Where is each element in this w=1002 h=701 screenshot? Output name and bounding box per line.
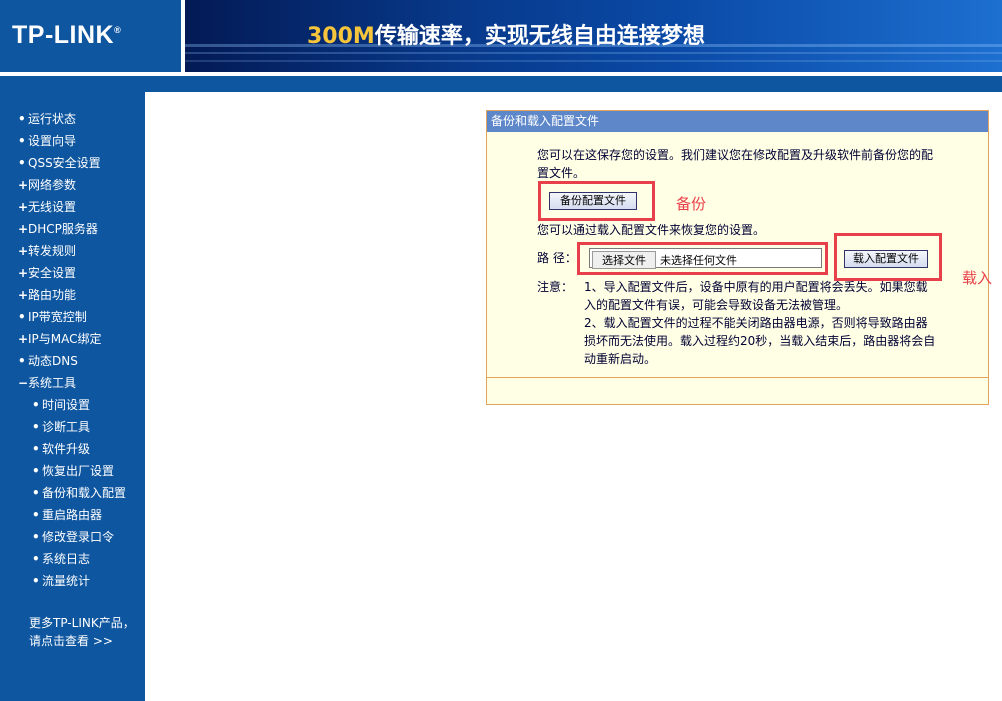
header-bottom-bar xyxy=(0,76,1002,92)
bullet-icon: • xyxy=(32,508,40,522)
sidebar-subitem-syslog[interactable]: • 系统日志 xyxy=(0,548,145,570)
sidebar-item-routing[interactable]: +路由功能 xyxy=(0,284,145,306)
backup-annotation-label: 备份 xyxy=(676,195,707,213)
sidebar-item-forwarding[interactable]: +转发规则 xyxy=(0,240,145,262)
backup-description: 您可以在这保存您的设置。我们建议您在修改配置及升级软件前备份您的配置文件。 xyxy=(537,148,934,180)
content-corner xyxy=(145,92,205,132)
sidebar-subitem-time[interactable]: • 时间设置 xyxy=(0,394,145,416)
note-label: 注意： xyxy=(537,280,574,294)
sidebar-item-setup-wizard[interactable]: • 设置向导 xyxy=(0,130,145,152)
sidebar-item-label: 软件升级 xyxy=(42,442,91,456)
collapse-minus-icon: − xyxy=(18,376,29,390)
expand-plus-icon: + xyxy=(18,244,29,258)
expand-plus-icon: + xyxy=(18,266,29,280)
banner-slogan: 300M传输速率，实现无线自由连接梦想 xyxy=(307,18,705,50)
sidebar-item-security[interactable]: +安全设置 xyxy=(0,262,145,284)
sidebar-item-label: 网络参数 xyxy=(28,178,77,192)
sidebar-subitem-factory-reset[interactable]: • 恢复出厂设置 xyxy=(0,460,145,482)
sidebar-subitem-traffic[interactable]: • 流量统计 xyxy=(0,570,145,592)
sidebar-item-label: 重启路由器 xyxy=(42,508,103,522)
sidebar-item-label: 设置向导 xyxy=(28,134,77,148)
more-products-line2: 请点击查看 >> xyxy=(29,634,113,648)
sidebar-item-label: IP与MAC绑定 xyxy=(28,332,102,346)
sidebar-subitem-reboot[interactable]: • 重启路由器 xyxy=(0,504,145,526)
expand-plus-icon: + xyxy=(18,178,29,192)
bullet-icon: • xyxy=(32,420,40,434)
load-annotation-label: 载入 xyxy=(962,269,993,287)
bullet-icon: • xyxy=(32,464,40,478)
sidebar-item-label: 系统工具 xyxy=(28,376,77,390)
sidebar-item-network[interactable]: +网络参数 xyxy=(0,174,145,196)
more-products-link[interactable]: 更多TP-LINK产品， 请点击查看 >> xyxy=(29,614,135,650)
sidebar-item-label: 路由功能 xyxy=(28,288,77,302)
sidebar-item-label: 恢复出厂设置 xyxy=(42,464,115,478)
sidebar-item-wireless[interactable]: +无线设置 xyxy=(0,196,145,218)
bullet-icon: • xyxy=(32,530,40,544)
more-products-line1: 更多TP-LINK产品， xyxy=(29,616,135,630)
sidebar-item-label: 修改登录口令 xyxy=(42,530,115,544)
slogan-text: 传输速率，实现无线自由连接梦想 xyxy=(374,24,705,49)
load-highlight-box xyxy=(834,233,942,281)
bullet-icon: • xyxy=(18,156,26,170)
sidebar-item-system-tools[interactable]: −系统工具 xyxy=(0,372,145,394)
sidebar-item-label: 无线设置 xyxy=(28,200,77,214)
logo-area: TP-LINK® xyxy=(0,0,181,72)
sidebar-item-label: DHCP服务器 xyxy=(28,222,98,236)
bullet-icon: • xyxy=(18,310,26,324)
sidebar-subitem-diagnostics[interactable]: • 诊断工具 xyxy=(0,416,145,438)
sidebar-subitem-firmware[interactable]: • 软件升级 xyxy=(0,438,145,460)
sidebar-item-label: 诊断工具 xyxy=(42,420,91,434)
note-2: 2、载入配置文件的过程不能关闭路由器电源，否则将导致路由器损坏而无法使用。载入过… xyxy=(584,316,936,366)
sidebar-item-label: QSS安全设置 xyxy=(28,156,101,170)
panel-title: 备份和载入配置文件 xyxy=(487,111,988,132)
sidebar-item-label: 备份和载入配置 xyxy=(42,486,127,500)
logo-text: TP-LINK xyxy=(12,21,115,49)
backup-highlight-box xyxy=(538,181,655,221)
banner-stripe xyxy=(185,52,1002,54)
bullet-icon: • xyxy=(32,486,40,500)
logo-registered-mark: ® xyxy=(114,25,122,35)
sidebar-item-ip-mac-binding[interactable]: +IP与MAC绑定 xyxy=(0,328,145,350)
sidebar-item-label: 动态DNS xyxy=(28,354,78,368)
note-1: 1、导入配置文件后，设备中原有的用户配置将会丢失。如果您载入的配置文件有误，可能… xyxy=(584,280,928,312)
expand-plus-icon: + xyxy=(18,332,29,346)
tp-link-logo: TP-LINK® xyxy=(12,21,121,50)
bullet-icon: • xyxy=(32,552,40,566)
path-label: 路 径： xyxy=(537,251,577,265)
bullet-icon: • xyxy=(32,574,40,588)
sidebar-item-label: IP带宽控制 xyxy=(28,310,87,324)
sidebar-item-label: 安全设置 xyxy=(28,266,77,280)
sidebar-item-run-status[interactable]: • 运行状态 xyxy=(0,108,145,130)
bullet-icon: • xyxy=(32,398,40,412)
header: TP-LINK® 300M传输速率，实现无线自由连接梦想 xyxy=(0,0,1002,92)
expand-plus-icon: + xyxy=(18,288,29,302)
sidebar-item-qss[interactable]: • QSS安全设置 xyxy=(0,152,145,174)
slogan-number: 300M xyxy=(307,24,375,49)
expand-plus-icon: + xyxy=(18,200,29,214)
panel-footer xyxy=(487,377,988,404)
sidebar-subitem-backup-restore[interactable]: • 备份和载入配置 xyxy=(0,482,145,504)
bullet-icon: • xyxy=(32,442,40,456)
sidebar-item-ddns[interactable]: • 动态DNS xyxy=(0,350,145,372)
sidebar-item-label: 运行状态 xyxy=(28,112,77,126)
sidebar-item-label: 系统日志 xyxy=(42,552,91,566)
sidebar-nav: • 运行状态 • 设置向导 • QSS安全设置 +网络参数 +无线设置 +DHCP服务… xyxy=(0,108,145,592)
sidebar: • 运行状态 • 设置向导 • QSS安全设置 +网络参数 +无线设置 +DHCP服务… xyxy=(0,92,145,701)
sidebar-item-label: 流量统计 xyxy=(42,574,91,588)
bullet-icon: • xyxy=(18,112,26,126)
expand-plus-icon: + xyxy=(18,222,29,236)
sidebar-item-label: 转发规则 xyxy=(28,244,77,258)
bullet-icon: • xyxy=(18,354,26,368)
sidebar-subitem-password[interactable]: • 修改登录口令 xyxy=(0,526,145,548)
header-banner: 300M传输速率，实现无线自由连接梦想 xyxy=(185,0,1002,72)
path-highlight-box xyxy=(577,242,828,275)
sidebar-item-dhcp[interactable]: +DHCP服务器 xyxy=(0,218,145,240)
banner-stripe xyxy=(185,60,1002,62)
bullet-icon: • xyxy=(18,134,26,148)
sidebar-item-bandwidth[interactable]: • IP带宽控制 xyxy=(0,306,145,328)
sidebar-item-label: 时间设置 xyxy=(42,398,91,412)
